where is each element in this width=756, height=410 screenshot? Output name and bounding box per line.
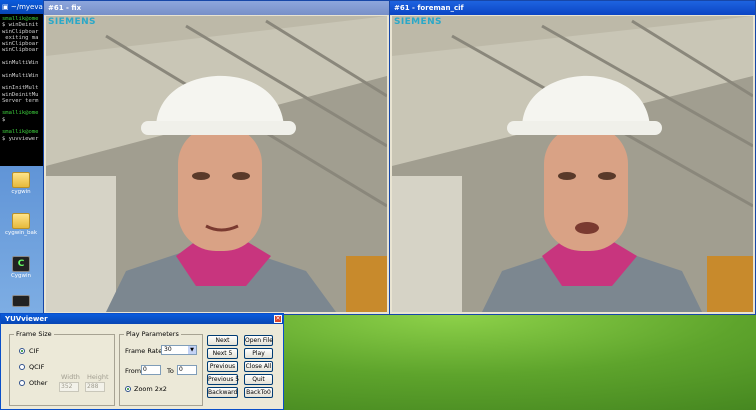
desktop-icon-label: cygwin_bak	[4, 230, 38, 236]
terminal-icon: ▣	[2, 3, 9, 11]
cygwin-icon: C	[12, 256, 30, 272]
play-parameters-legend: Play Parameters	[126, 330, 179, 338]
next-5-button[interactable]: Next 5	[207, 348, 238, 359]
chevron-down-icon[interactable]: ▼	[188, 346, 196, 354]
terminal-title: ~/myeval	[10, 3, 45, 11]
frame-size-legend: Frame Size	[16, 330, 52, 338]
radio-zoom[interactable]	[125, 386, 131, 392]
width-label: Width	[61, 373, 80, 381]
height-field[interactable]: 288	[85, 382, 105, 392]
close-all-button[interactable]: Close All	[244, 361, 273, 372]
from-field[interactable]: 0	[141, 365, 161, 375]
radio-qcif-label: QCIF	[29, 363, 45, 371]
desktop-icon-label: Cygwin	[10, 273, 32, 279]
terminal-line: $ yuvviewer	[2, 135, 39, 142]
yuv-viewer-window[interactable]: YUVviewer ✕ Frame Size CIF QCIF Other Wi…	[0, 313, 284, 410]
siemens-logo: SIEMENS	[48, 17, 96, 27]
siemens-logo: SIEMENS	[394, 17, 442, 27]
back-to-0-button[interactable]: BackTo0	[244, 387, 273, 398]
desktop-icon-label: cygwin	[11, 189, 31, 195]
foreman-frame-image	[392, 16, 753, 312]
radio-other-label: Other	[29, 379, 48, 387]
width-field[interactable]: 352	[59, 382, 79, 392]
desktop-icon-partial[interactable]	[4, 295, 38, 308]
frame-rate-value: 30	[164, 346, 172, 353]
video-window-title[interactable]: #61 - fix	[44, 1, 389, 15]
previous-button[interactable]: Previous	[207, 361, 238, 372]
yuv-viewer-titlebar[interactable]: YUVviewer ✕	[1, 314, 283, 324]
desktop-icon-cygwin-shell[interactable]: C Cygwin	[4, 256, 38, 279]
video-frame: SIEMENS	[46, 16, 387, 312]
folder-icon	[12, 172, 30, 188]
radio-qcif[interactable]	[19, 364, 25, 370]
video-window-fix[interactable]: #61 - fix SIEMENS	[43, 0, 390, 315]
backward-button[interactable]: Backward	[207, 387, 238, 398]
video-window-foreman-cif[interactable]: #61 - foreman_cif SIEMENS	[389, 0, 756, 315]
terminal-window[interactable]: ▣ ~/myeval smallik@ome $ winDeinit winClip…	[0, 0, 49, 166]
video-window-title[interactable]: #61 - foreman_cif	[390, 1, 755, 15]
previous-5-button[interactable]: Previous 5	[207, 374, 239, 385]
yuv-viewer-title: YUVviewer	[5, 315, 48, 323]
quit-button[interactable]: Quit	[244, 374, 273, 385]
to-label: To	[167, 367, 174, 375]
next-button[interactable]: Next	[207, 335, 238, 346]
frame-rate-select[interactable]: 30 ▼	[161, 345, 197, 355]
close-icon[interactable]: ✕	[274, 315, 282, 323]
to-field[interactable]: 0	[177, 365, 197, 375]
from-label: From	[125, 367, 142, 375]
open-file-button[interactable]: Open File	[244, 335, 273, 346]
desktop-icon-cygwin[interactable]: cygwin	[4, 172, 38, 195]
foreman-frame-image	[46, 16, 387, 312]
frame-rate-label: Frame Rate	[125, 347, 163, 355]
terminal-output[interactable]: smallik@ome $ winDeinit winClipboar exitin…	[0, 14, 48, 142]
height-label: Height	[87, 373, 109, 381]
video-frame: SIEMENS	[392, 16, 753, 312]
radio-cif-label: CIF	[29, 347, 40, 355]
desktop-icon-cygwin-bak[interactable]: cygwin_bak	[4, 213, 38, 236]
zoom-label: Zoom 2x2	[134, 385, 167, 393]
frame-size-group: Frame Size	[9, 330, 115, 406]
cygwin-icon	[12, 295, 30, 307]
radio-cif[interactable]	[19, 348, 25, 354]
radio-other[interactable]	[19, 380, 25, 386]
folder-icon	[12, 213, 30, 229]
play-button[interactable]: Play	[244, 348, 273, 359]
terminal-titlebar[interactable]: ▣ ~/myeval	[0, 0, 48, 14]
